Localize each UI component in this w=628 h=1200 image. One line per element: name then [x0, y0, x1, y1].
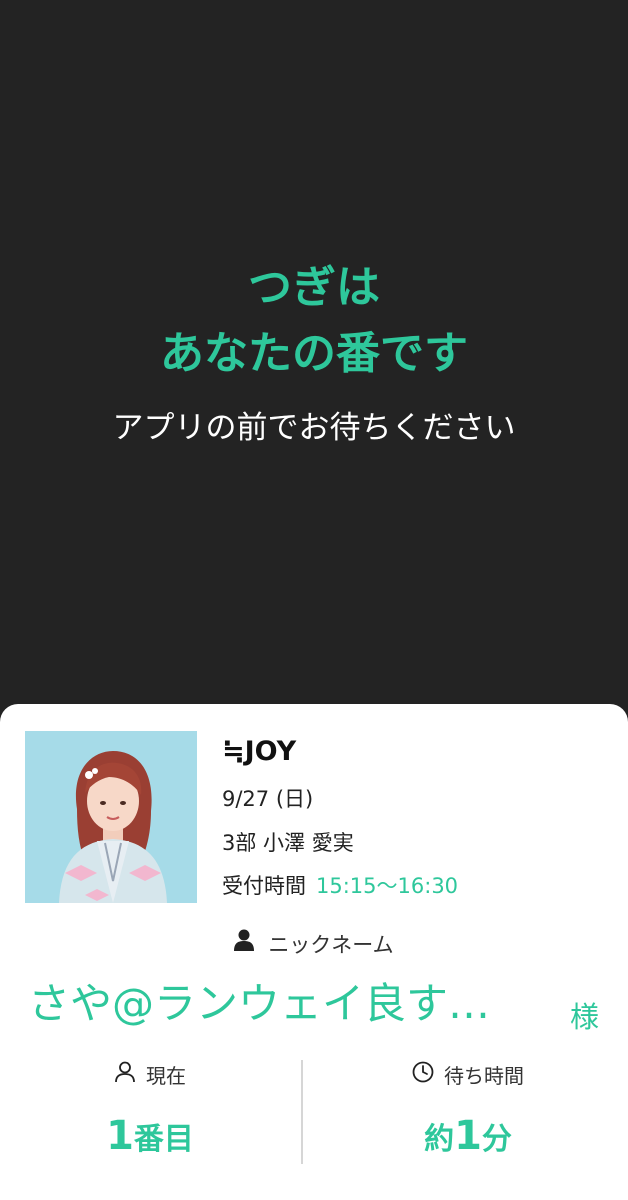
clock-icon: [412, 1061, 434, 1090]
current-position: 現在 1番目: [0, 1056, 300, 1166]
person-icon: [234, 929, 255, 959]
wait-number: 1: [454, 1113, 482, 1159]
queue-status: 現在 1番目 待ち時間 約1分: [0, 1056, 628, 1166]
stats-divider: [301, 1060, 303, 1164]
member-photo: [25, 731, 197, 903]
nickname-label-row: ニックネーム: [0, 929, 628, 961]
wait-prefix: 約: [424, 1122, 455, 1157]
current-position-value: 1番目: [0, 1114, 300, 1166]
nickname-label: ニックネーム: [268, 933, 394, 957]
event-date: 9/27 (日): [222, 787, 314, 811]
session-member: 3部 小澤 愛実: [222, 831, 354, 855]
nickname-value: さや@ランウェイ良す…: [28, 979, 491, 1028]
waiting-hero: つぎは あなたの番です アプリの前でお待ちください: [0, 0, 628, 704]
wait-time-value: 約1分: [318, 1114, 618, 1166]
wait-unit: 分: [481, 1122, 512, 1157]
reception-time-row: 受付時間 15:15〜16:30: [222, 871, 458, 901]
wait-label: 待ち時間: [444, 1064, 524, 1088]
hero-title-line2: あなたの番です: [160, 328, 468, 379]
hero-title-line1: つぎは: [248, 262, 380, 313]
honorific: 様: [570, 1000, 600, 1034]
group-name: ≒JOY: [222, 736, 297, 767]
current-label: 現在: [146, 1064, 186, 1088]
ticket-card: ≒JOY 9/27 (日) 3部 小澤 愛実 受付時間 15:15〜16:30 ニ…: [0, 704, 628, 1200]
hero-subtitle: アプリの前でお待ちください: [112, 410, 516, 446]
current-unit: 番目: [133, 1122, 194, 1157]
person-outline-icon: [114, 1061, 136, 1090]
wait-time: 待ち時間 約1分: [318, 1056, 618, 1166]
reception-time: 15:15〜16:30: [316, 874, 459, 898]
reception-label: 受付時間: [222, 874, 306, 898]
current-number: 1: [106, 1113, 134, 1159]
